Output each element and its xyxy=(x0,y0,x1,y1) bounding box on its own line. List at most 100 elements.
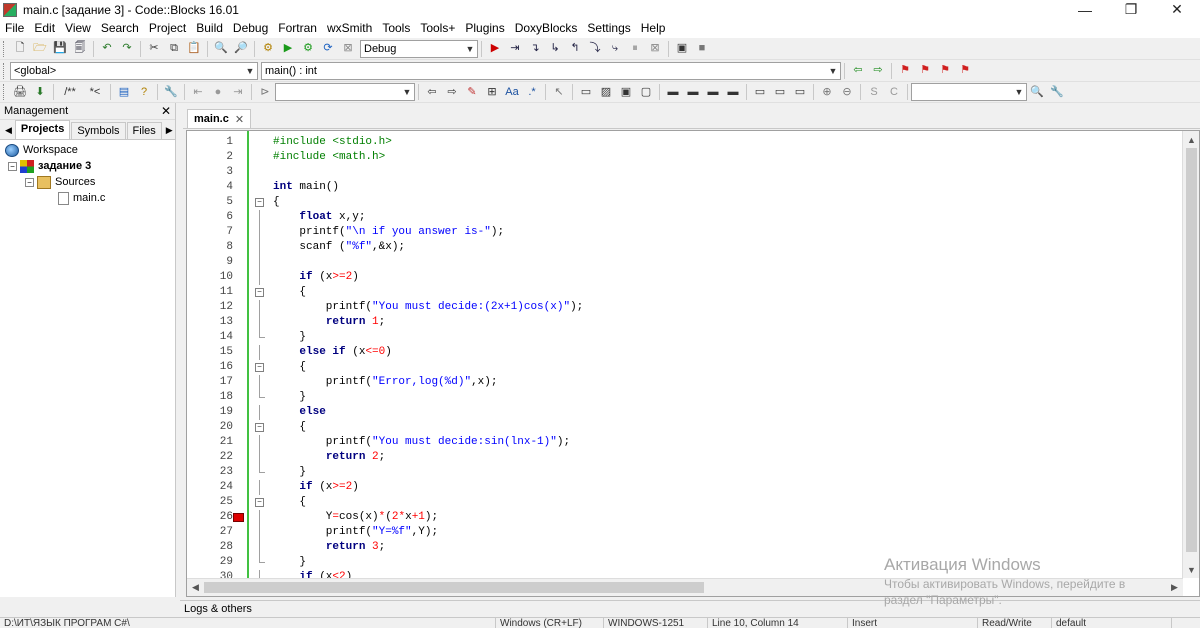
code-line[interactable]: 11 − { xyxy=(220,285,1199,300)
tree-item-sources[interactable]: − Sources xyxy=(0,174,175,190)
open-file-icon[interactable]: 🗁 xyxy=(32,41,48,57)
step-into-icon[interactable]: ↳ xyxy=(547,41,563,57)
search-next-icon[interactable]: ⇨ xyxy=(444,84,460,100)
highlight-icon[interactable]: ✎ xyxy=(464,84,480,100)
breakpoint-marker-icon[interactable] xyxy=(233,513,244,522)
tab-projects[interactable]: Projects xyxy=(14,120,71,139)
menu-doxyblocks[interactable]: DoxyBlocks xyxy=(510,19,583,38)
rectangle-icon[interactable]: ▭ xyxy=(578,84,594,100)
code-line[interactable]: 25 − { xyxy=(220,495,1199,510)
selected-text-icon[interactable]: ⊞ xyxy=(484,84,500,100)
wide-box-icon-3[interactable]: ▬ xyxy=(705,84,721,100)
code-line[interactable]: 21 printf("You must decide:sin(lnx-1)"); xyxy=(220,435,1199,450)
menu-settings[interactable]: Settings xyxy=(582,19,635,38)
tab-files[interactable]: Files xyxy=(126,122,162,139)
function-select[interactable]: main() : int ▼ xyxy=(261,61,841,80)
minimize-button[interactable]: — xyxy=(1062,0,1108,19)
search-settings-icon[interactable]: 🔧 xyxy=(1049,84,1065,100)
outline-box-icon-2[interactable]: ▭ xyxy=(772,84,788,100)
menu-view[interactable]: View xyxy=(60,19,96,38)
search-prev-icon[interactable]: ⇦ xyxy=(424,84,440,100)
abort-icon[interactable]: ⊠ xyxy=(340,41,356,57)
regex-icon[interactable]: .* xyxy=(524,84,540,100)
stop-debug-icon[interactable]: ⊠ xyxy=(647,41,663,57)
build-target-select[interactable]: Debug ▼ xyxy=(360,39,478,58)
code-line[interactable]: 5 −{ xyxy=(226,195,1199,210)
scrollbar-thumb[interactable] xyxy=(1186,148,1197,552)
toolbar-grip[interactable] xyxy=(3,84,7,100)
copy-icon[interactable]: ⧉ xyxy=(166,41,182,57)
code-line[interactable]: 1 #include <stdio.h> xyxy=(226,135,1199,150)
zoom-out-icon[interactable]: ⊖ xyxy=(839,84,855,100)
code-line[interactable]: 12 printf("You must decide:(2x+1)cos(x)"… xyxy=(220,300,1199,315)
scroll-left-icon[interactable]: ◀ xyxy=(187,579,204,596)
next-line-icon[interactable]: ↴ xyxy=(527,41,543,57)
next-bookmark-icon[interactable]: ⚑ xyxy=(937,63,953,79)
paste-icon[interactable]: 📋 xyxy=(186,41,202,57)
toolbar-grip[interactable] xyxy=(3,40,7,57)
menu-help[interactable]: Help xyxy=(636,19,671,38)
tab-scroll-right-icon[interactable]: ▶ xyxy=(163,125,176,139)
menu-plugins[interactable]: Plugins xyxy=(460,19,509,38)
code-line[interactable]: 2 #include <math.h> xyxy=(226,150,1199,165)
code-line[interactable]: 13 return 1; xyxy=(220,315,1199,330)
symbol-s-icon[interactable]: S xyxy=(866,84,882,100)
code-line[interactable]: 6 float x,y; xyxy=(226,210,1199,225)
wide-box-icon-1[interactable]: ▬ xyxy=(665,84,681,100)
code-line[interactable]: 9 xyxy=(226,255,1199,270)
rebuild-icon[interactable]: ⟳ xyxy=(320,41,336,57)
image-icon[interactable]: ▨ xyxy=(598,84,614,100)
frame-icon[interactable]: ▢ xyxy=(638,84,654,100)
zoom-in-icon[interactable]: ⊕ xyxy=(819,84,835,100)
html-docs-icon[interactable]: ▤ xyxy=(116,84,132,100)
block-comment-button[interactable]: /** xyxy=(59,84,81,100)
tree-item-workspace[interactable]: Workspace xyxy=(0,142,175,158)
incremental-search-input[interactable]: ▼ xyxy=(275,83,415,101)
run-icon[interactable]: ▶ xyxy=(280,41,296,57)
menu-tools[interactable]: Tools xyxy=(377,19,415,38)
select-pointer-icon[interactable]: ↖ xyxy=(551,84,567,100)
box-icon[interactable]: ▣ xyxy=(618,84,634,100)
save-icon[interactable]: 💾 xyxy=(52,41,68,57)
code-line[interactable]: 4 int main() xyxy=(226,180,1199,195)
outline-box-icon-1[interactable]: ▭ xyxy=(752,84,768,100)
step-instruction-icon[interactable]: ⤷ xyxy=(607,41,623,57)
debug-start-icon[interactable]: ▶ xyxy=(487,41,503,57)
menu-search[interactable]: Search xyxy=(96,19,144,38)
clear-bookmarks-icon[interactable]: ⚑ xyxy=(957,63,973,79)
tab-scroll-left-icon[interactable]: ◀ xyxy=(2,125,15,139)
menu-build[interactable]: Build xyxy=(191,19,228,38)
run-to-cursor-icon[interactable]: ⇥ xyxy=(507,41,523,57)
menu-fortran[interactable]: Fortran xyxy=(273,19,322,38)
collapse-toggle-icon[interactable]: − xyxy=(8,161,17,171)
collapse-toggle-icon[interactable]: − xyxy=(25,177,34,187)
symbol-search-select[interactable]: ▼ xyxy=(911,83,1027,101)
code-text-area[interactable]: 1 #include <stdio.h> 2 #include <math.h> 3 4 i… xyxy=(220,131,1180,585)
find-icon[interactable]: 🔍 xyxy=(213,41,229,57)
cut-icon[interactable]: ✂ xyxy=(146,41,162,57)
replace-icon[interactable]: 🔎 xyxy=(233,41,249,57)
fold-toggle-icon[interactable]: − xyxy=(255,288,264,297)
code-line[interactable]: 26 Y=cos(x)*(2*x+1); xyxy=(220,510,1199,525)
doxywizard-icon[interactable]: 🖨 xyxy=(12,84,28,100)
vertical-scrollbar[interactable]: ▲ ▼ xyxy=(1182,131,1199,578)
wide-box-icon-4[interactable]: ▬ xyxy=(725,84,741,100)
code-line[interactable]: 23 } xyxy=(220,465,1199,480)
tab-main-c[interactable]: main.c ✕ xyxy=(187,109,252,128)
close-icon[interactable]: ✕ xyxy=(235,113,244,126)
jump-forward-icon[interactable]: ⇨ xyxy=(870,63,886,79)
config-wrench-icon[interactable]: 🔧 xyxy=(163,84,179,100)
scrollbar-thumb[interactable] xyxy=(204,582,704,593)
step-out-icon[interactable]: ↰ xyxy=(567,41,583,57)
various-info-icon[interactable]: ■ xyxy=(694,41,710,57)
next-instruction-icon[interactable]: ⤵ xyxy=(587,41,603,57)
scope-select[interactable]: <global> ▼ xyxy=(10,61,258,80)
match-case-icon[interactable]: Aa xyxy=(504,84,520,100)
code-line[interactable]: 27 printf("Y=%f",Y); xyxy=(220,525,1199,540)
nav-dot-icon[interactable]: ● xyxy=(210,84,226,100)
fold-toggle-icon[interactable]: − xyxy=(255,198,264,207)
code-line[interactable]: 14 } xyxy=(220,330,1199,345)
build-gear-icon[interactable]: ⚙ xyxy=(260,41,276,57)
build-and-run-icon[interactable]: ⚙ xyxy=(300,41,316,57)
tree-item-file[interactable]: main.c xyxy=(0,190,175,206)
